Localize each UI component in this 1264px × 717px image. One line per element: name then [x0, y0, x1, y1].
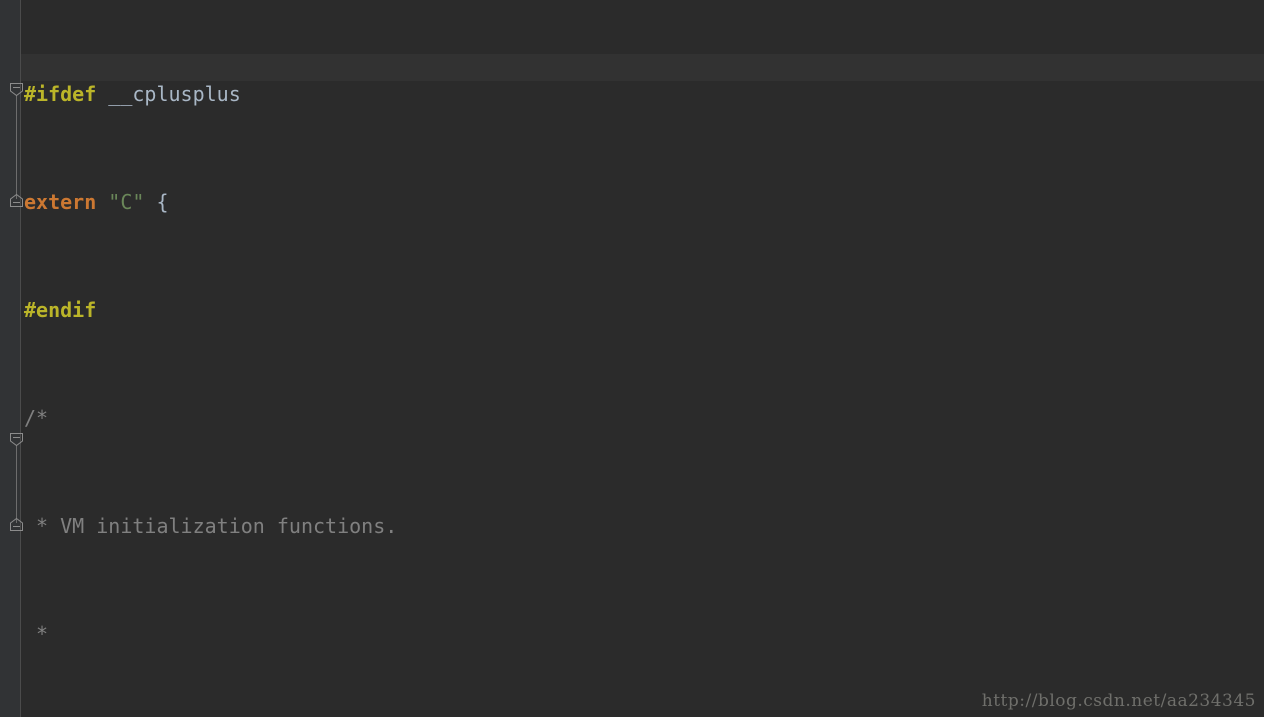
- token-comment-text: *: [24, 622, 49, 646]
- code-line-6[interactable]: *: [0, 621, 891, 648]
- token-comment-text: * VM initialization functions.: [24, 514, 398, 538]
- code-line-5[interactable]: * VM initialization functions.: [0, 513, 891, 540]
- code-line-2[interactable]: extern "C" {: [0, 189, 891, 216]
- code-content[interactable]: #ifdef __cplusplus extern "C" { #endif /…: [0, 0, 891, 717]
- token-identifier-cplusplus: __cplusplus: [96, 82, 241, 106]
- token-brace-open: {: [144, 190, 169, 214]
- token-string-c: "C": [108, 190, 145, 214]
- code-line-1[interactable]: #ifdef __cplusplus: [0, 81, 891, 108]
- watermark-text: http://blog.csdn.net/aa234345: [981, 691, 1256, 711]
- token-comment-open: /*: [24, 406, 49, 430]
- code-line-3[interactable]: #endif: [0, 297, 891, 324]
- token-keyword-extern: extern: [24, 190, 97, 214]
- token-preprocessor-ifdef: #ifdef: [24, 82, 97, 106]
- token-preprocessor-endif: #endif: [24, 298, 97, 322]
- code-line-4[interactable]: /*: [0, 405, 891, 432]
- code-editor[interactable]: #ifdef __cplusplus extern "C" { #endif /…: [0, 0, 1264, 717]
